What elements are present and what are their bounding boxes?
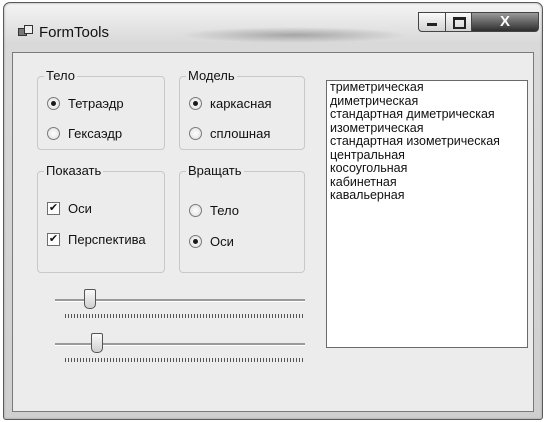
radio-label: сплошная: [210, 125, 271, 141]
maximize-icon: [446, 13, 471, 31]
group-rotate-label: Вращать: [186, 163, 244, 178]
checkbox-axes[interactable]: ✔ Оси: [47, 200, 92, 216]
checkbox-box[interactable]: ✔: [47, 201, 60, 215]
radio-wireframe[interactable]: каркасная: [189, 95, 272, 111]
trackbar-2[interactable]: [55, 333, 305, 367]
radio-circle[interactable]: [47, 126, 60, 140]
close-button[interactable]: X: [471, 12, 539, 32]
trackbar-thumb[interactable]: [91, 333, 103, 353]
radio-label: каркасная: [210, 95, 272, 111]
form-client-area: Тело Тетраэдр Гексаэдр Модель каркасная …: [12, 52, 534, 412]
radio-label: Тетраэдр: [68, 95, 124, 111]
radio-label: Оси: [210, 233, 234, 249]
checkbox-label: Оси: [68, 200, 92, 216]
list-item[interactable]: кабинетная: [327, 175, 527, 190]
radio-circle[interactable]: [189, 126, 202, 140]
projection-listbox[interactable]: триметрическая диметрическая стандартная…: [326, 80, 528, 348]
group-model: Модель каркасная сплошная: [179, 68, 305, 150]
group-show-label: Показать: [44, 163, 104, 178]
list-item[interactable]: кавальерная: [327, 188, 527, 203]
radio-label: Тело: [210, 202, 239, 218]
group-show: Показать ✔ Оси ✔ Перспектива: [37, 163, 165, 273]
list-item[interactable]: косоугольная: [327, 161, 527, 176]
checkbox-perspective[interactable]: ✔ Перспектива: [47, 231, 146, 247]
radio-circle[interactable]: [189, 96, 202, 110]
radio-label: Гексаэдр: [68, 125, 123, 141]
radio-rotate-axes[interactable]: Оси: [189, 233, 234, 249]
list-item[interactable]: диметрическая: [327, 94, 527, 109]
group-model-label: Модель: [186, 68, 237, 83]
list-item[interactable]: стандартная изометрическая: [327, 134, 527, 149]
title-bar[interactable]: FormTools X: [4, 3, 542, 53]
list-item[interactable]: триметрическая: [327, 81, 527, 95]
checkbox-box[interactable]: ✔: [47, 232, 60, 246]
list-item[interactable]: стандартная диметрическая: [327, 107, 527, 122]
maximize-button[interactable]: [445, 12, 472, 32]
group-rotate: Вращать Тело Оси: [179, 163, 305, 273]
close-icon: X: [499, 13, 510, 30]
radio-circle[interactable]: [189, 234, 202, 248]
trackbar-thumb[interactable]: [84, 289, 96, 309]
trackbar-ticks: [65, 358, 303, 362]
minimize-icon: [419, 13, 445, 31]
radio-tetrahedron[interactable]: Тетраэдр: [47, 95, 124, 111]
trackbar-ticks: [65, 314, 303, 318]
window-app-icon[interactable]: [18, 25, 33, 38]
list-item[interactable]: изометрическая: [327, 121, 527, 136]
radio-hexahedron[interactable]: Гексаэдр: [47, 125, 122, 141]
titlebar-glass-blur: [179, 27, 409, 43]
app-window: FormTools X Тело Тетраэдр Гексаэдр Модел…: [3, 2, 543, 420]
minimize-button[interactable]: [418, 12, 446, 32]
group-body: Тело Тетраэдр Гексаэдр: [37, 68, 165, 150]
radio-circle[interactable]: [47, 96, 60, 110]
radio-rotate-body[interactable]: Тело: [189, 202, 239, 218]
radio-solid[interactable]: сплошная: [189, 125, 270, 141]
trackbar-1[interactable]: [55, 289, 305, 323]
list-item[interactable]: центральная: [327, 148, 527, 163]
checkbox-label: Перспектива: [68, 231, 146, 247]
radio-circle[interactable]: [189, 203, 202, 217]
window-title: FormTools: [39, 24, 110, 41]
group-body-label: Тело: [44, 68, 77, 83]
